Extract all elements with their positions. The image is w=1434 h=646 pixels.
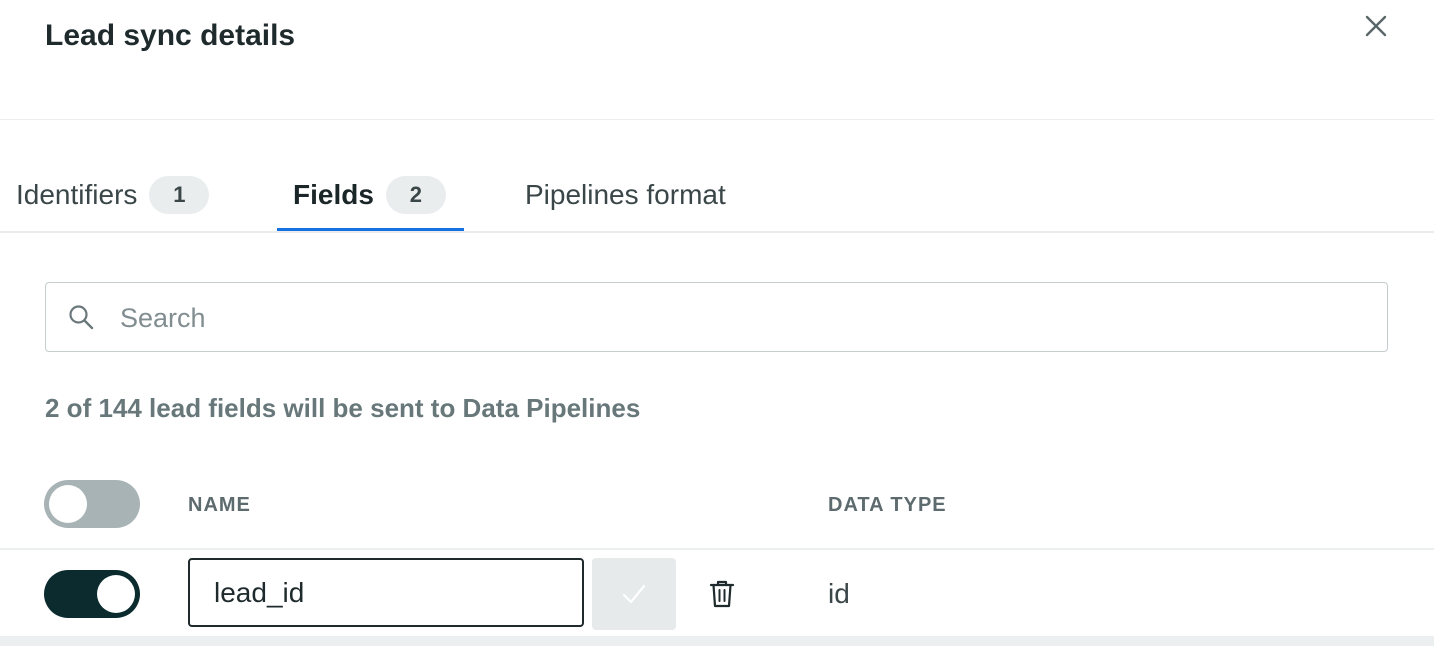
- close-button[interactable]: [1360, 10, 1392, 42]
- toggle-knob: [97, 575, 135, 613]
- delete-field-button[interactable]: [706, 578, 738, 610]
- tab-pipelines-format[interactable]: Pipelines format: [525, 160, 726, 230]
- tabs-divider: [0, 231, 1434, 233]
- search-icon: [69, 305, 94, 330]
- tab-bar: Identifiers 1 Fields 2 Pipelines format: [0, 160, 1434, 233]
- tab-fields[interactable]: Fields 2: [293, 160, 446, 230]
- row-divider: [0, 548, 1434, 550]
- search-box: [45, 282, 1388, 352]
- tab-fields-label: Fields: [293, 179, 374, 210]
- column-header-data-type: DATA TYPE: [828, 494, 947, 516]
- fields-summary-text: 2 of 144 lead fields will be sent to Dat…: [45, 393, 641, 423]
- field-data-type: id: [828, 578, 850, 609]
- column-header-name: NAME: [188, 494, 251, 516]
- tab-fields-count-badge: 2: [385, 176, 446, 214]
- search-input[interactable]: [118, 295, 1362, 341]
- close-icon: [1365, 15, 1387, 37]
- tab-pipelines-format-label: Pipelines format: [525, 179, 726, 210]
- check-icon: [622, 584, 646, 604]
- tab-identifiers-label: Identifiers: [16, 179, 138, 210]
- bottom-divider: [0, 636, 1434, 646]
- tab-identifiers-count-badge: 1: [149, 176, 210, 214]
- dialog-title: Lead sync details: [45, 19, 296, 52]
- trash-icon: [709, 580, 735, 608]
- select-all-toggle[interactable]: [44, 480, 140, 528]
- confirm-name-button[interactable]: [592, 558, 676, 630]
- field-enabled-toggle[interactable]: [44, 570, 140, 618]
- header-divider: [0, 119, 1434, 120]
- field-name-input[interactable]: [188, 558, 584, 627]
- toggle-knob: [49, 485, 87, 523]
- tab-identifiers[interactable]: Identifiers 1: [16, 160, 210, 230]
